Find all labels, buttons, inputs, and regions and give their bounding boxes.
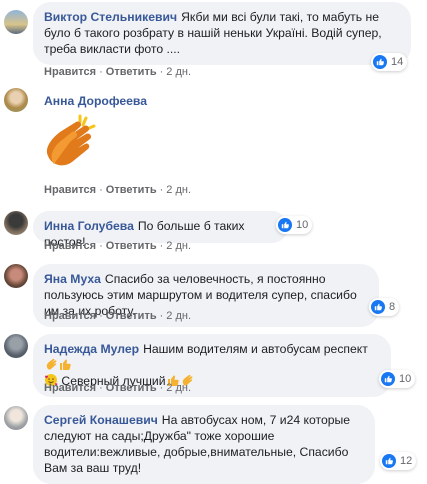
comment-author[interactable]: Виктор Стельникевич	[44, 10, 177, 24]
separator: ·	[99, 240, 103, 252]
comment-author[interactable]: Надежда Мулер	[44, 342, 139, 356]
reaction-count[interactable]: 10	[379, 370, 416, 388]
avatar[interactable]	[4, 334, 28, 358]
like-link[interactable]: Нравится	[44, 382, 96, 394]
comment-author[interactable]: Инна Голубева	[44, 219, 134, 233]
reply-link[interactable]: Ответить	[106, 66, 157, 78]
like-icon	[371, 300, 385, 314]
comment-author[interactable]: Сергей Конашевич	[44, 413, 158, 427]
avatar[interactable]	[4, 10, 28, 34]
reaction-number: 10	[399, 373, 412, 385]
timestamp[interactable]: 2 дн.	[166, 240, 191, 252]
like-link[interactable]: Нравится	[44, 66, 96, 78]
clapping-hands-icon	[44, 357, 58, 371]
comment-actions: Нравится · Ответить · 2 дн.	[44, 310, 191, 322]
reply-link[interactable]: Ответить	[106, 184, 157, 196]
timestamp[interactable]: 2 дн.	[166, 310, 191, 322]
reaction-number: 8	[389, 301, 396, 313]
separator: ·	[159, 310, 164, 322]
comment-bubble: Инна Голубева По больше б таких постов!	[33, 211, 288, 249]
reaction-number: 12	[400, 455, 413, 467]
separator: ·	[99, 382, 103, 394]
like-icon	[373, 55, 387, 69]
like-icon	[381, 372, 395, 386]
reply-link[interactable]: Ответить	[106, 310, 157, 322]
reaction-count[interactable]: 12	[380, 452, 417, 470]
timestamp[interactable]: 2 дн.	[166, 66, 191, 78]
reaction-count[interactable]: 14	[371, 53, 408, 71]
like-link[interactable]: Нравится	[44, 184, 96, 196]
like-icon	[278, 218, 292, 232]
reply-link[interactable]: Ответить	[106, 240, 157, 252]
comment-author[interactable]: Яна Муха	[44, 272, 101, 286]
reaction-number: 10	[296, 219, 309, 231]
clapping-hands-icon	[38, 112, 102, 176]
like-link[interactable]: Нравится	[44, 240, 96, 252]
comment-actions: Нравится · Ответить · 2 дн.	[44, 240, 191, 252]
reaction-count[interactable]: 10	[276, 216, 313, 234]
avatar[interactable]	[4, 88, 28, 112]
comment-bubble: Сергей Конашевич На автобусах ном, 7 и24 …	[33, 405, 375, 484]
comment-actions: Нравится · Ответить · 2 дн.	[44, 382, 191, 394]
avatar[interactable]	[4, 211, 28, 235]
separator: ·	[99, 66, 103, 78]
separator: ·	[99, 310, 103, 322]
reaction-number: 14	[391, 56, 404, 68]
separator: ·	[159, 240, 164, 252]
timestamp[interactable]: 2 дн.	[166, 184, 191, 196]
reaction-count[interactable]: 8	[369, 298, 400, 316]
comment-author[interactable]: Анна Дорофеева	[44, 94, 147, 108]
comment-actions: Нравится · Ответить · 2 дн.	[44, 184, 191, 196]
like-link[interactable]: Нравится	[44, 310, 96, 322]
separator: ·	[99, 184, 103, 196]
timestamp[interactable]: 2 дн.	[166, 382, 191, 394]
comment-bubble: Виктор Стельникевич Якби ми всі були такі…	[33, 2, 411, 65]
separator: ·	[159, 382, 164, 394]
like-icon	[382, 454, 396, 468]
comment-text: Нашим водителям и автобусам респект	[143, 342, 368, 356]
comment-actions: Нравится · Ответить · 2 дн.	[44, 66, 191, 78]
avatar[interactable]	[4, 264, 28, 288]
reply-link[interactable]: Ответить	[106, 382, 157, 394]
avatar[interactable]	[4, 406, 28, 430]
thumbs-up-icon	[58, 357, 72, 371]
separator: ·	[159, 66, 164, 78]
separator: ·	[159, 184, 164, 196]
